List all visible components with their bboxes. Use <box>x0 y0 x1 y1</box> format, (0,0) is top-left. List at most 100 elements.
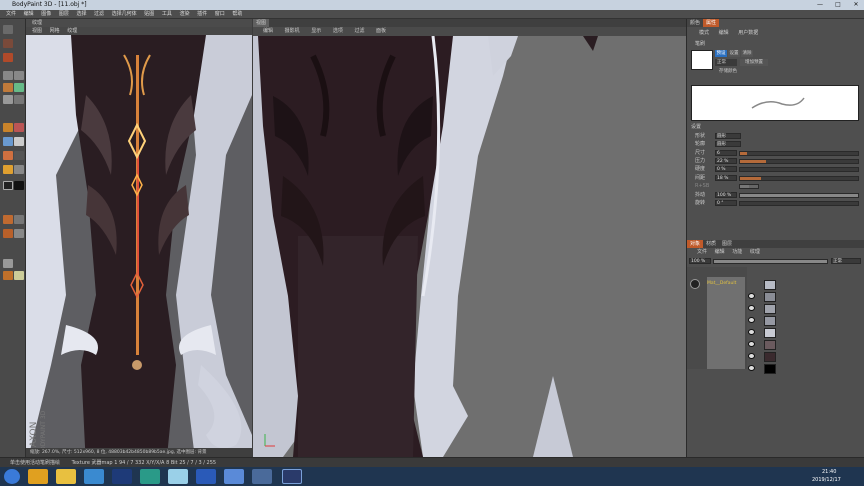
lasso-icon[interactable] <box>14 71 24 80</box>
viewport-menu-filter[interactable]: 过滤 <box>354 28 364 34</box>
pencil-icon[interactable] <box>14 83 24 92</box>
minimize-button[interactable]: — <box>812 0 828 9</box>
app2-icon[interactable] <box>140 469 160 484</box>
viewport-menu-camera[interactable]: 摄影机 <box>285 28 300 34</box>
menu-window[interactable]: 窗口 <box>215 10 225 19</box>
viewport-canvas[interactable] <box>253 36 686 457</box>
attr-menu-mode[interactable]: 模式 <box>699 30 709 36</box>
dodge-icon[interactable] <box>3 151 13 160</box>
background-color-swatch[interactable] <box>14 181 24 190</box>
viewport-menu-edit[interactable]: 编辑 <box>263 28 273 34</box>
tab-color[interactable]: 颜色 <box>687 19 704 27</box>
menu-image[interactable]: 图像 <box>41 10 51 19</box>
menu-tools[interactable]: 工具 <box>162 10 172 19</box>
layers-menu-edit[interactable]: 编辑 <box>715 249 725 255</box>
jitter-slider[interactable] <box>739 193 859 198</box>
knife-icon[interactable] <box>3 259 13 268</box>
layer-opacity-slider[interactable] <box>713 259 828 264</box>
close-button[interactable]: ✕ <box>848 0 864 9</box>
eyedropper-icon[interactable] <box>3 137 13 146</box>
clone-icon[interactable] <box>14 123 24 132</box>
attr-menu-edit[interactable]: 编辑 <box>719 30 729 36</box>
spacing-slider[interactable] <box>739 176 859 181</box>
viewport-tab[interactable]: 视图 <box>253 19 269 27</box>
move-icon[interactable] <box>3 39 13 48</box>
layer-opacity-field[interactable]: 100 % <box>689 258 711 264</box>
app3-icon[interactable] <box>168 469 188 484</box>
app4-icon[interactable] <box>224 469 244 484</box>
hardness-field[interactable]: 0 % <box>715 166 737 172</box>
rotation-field[interactable]: 0 ° <box>715 200 737 206</box>
text-icon[interactable] <box>14 137 24 146</box>
layers-menu-texture[interactable]: 纹理 <box>750 249 760 255</box>
menu-filter[interactable]: 过滤 <box>94 10 104 19</box>
menu-select-geometry[interactable]: 选择几何体 <box>112 10 137 19</box>
menu-plugins[interactable]: 插件 <box>197 10 207 19</box>
folder-icon[interactable] <box>56 469 76 484</box>
layer-mode-select[interactable]: 正常 <box>831 258 861 264</box>
menu-render[interactable]: 渲染 <box>179 10 189 19</box>
magnet-icon[interactable] <box>3 271 13 280</box>
uv-icon[interactable] <box>3 215 13 224</box>
select-icon[interactable] <box>3 71 13 80</box>
blend-mode-select[interactable]: 正常 <box>715 59 737 66</box>
shape-select[interactable]: 圆形 <box>715 133 741 139</box>
menu-layer[interactable]: 图层 <box>59 10 69 19</box>
layer-row[interactable] <box>748 339 778 350</box>
maximize-button[interactable]: □ <box>830 0 846 9</box>
menu-help[interactable]: 帮助 <box>232 10 242 19</box>
blur-icon[interactable] <box>14 165 24 174</box>
pressure-slider[interactable] <box>739 159 859 164</box>
viewport-menu-panel[interactable]: 面板 <box>376 28 386 34</box>
edge-icon[interactable] <box>3 229 13 238</box>
jitter-field[interactable]: 100 % <box>715 192 737 198</box>
layers-menu-function[interactable]: 功能 <box>732 249 742 255</box>
profile-select[interactable]: 圆形 <box>715 141 741 147</box>
menu-texture[interactable]: 贴图 <box>144 10 154 19</box>
layer-row[interactable] <box>748 303 778 314</box>
eye-icon[interactable] <box>748 305 755 311</box>
photoshop-icon[interactable] <box>112 469 132 484</box>
viewport-menu-options[interactable]: 选项 <box>333 28 343 34</box>
bodypaint-taskbar-icon[interactable] <box>282 469 302 484</box>
size-slider[interactable] <box>739 151 859 156</box>
star-icon[interactable] <box>3 165 13 174</box>
word-icon[interactable] <box>196 469 216 484</box>
chrome-icon[interactable] <box>28 469 48 484</box>
tab-attributes[interactable]: 属性 <box>703 19 720 27</box>
texture-canvas[interactable]: MAXON BODYPAINT 3D <box>26 35 252 467</box>
settings-button[interactable]: 设置 <box>728 50 740 57</box>
fill-icon[interactable] <box>3 123 13 132</box>
eye-icon[interactable] <box>748 329 755 335</box>
texture-menu-texture[interactable]: 纹理 <box>67 28 77 34</box>
texture-menu-view[interactable]: 视图 <box>32 28 42 34</box>
preset-button[interactable]: 预设 <box>715 50 727 57</box>
add-preset-button[interactable]: 增加预置 <box>740 59 768 66</box>
layer-row[interactable] <box>748 291 778 302</box>
smudge-icon[interactable] <box>14 95 24 104</box>
layer-row[interactable] <box>748 363 778 374</box>
texture-menu-mesh[interactable]: 网格 <box>50 28 60 34</box>
pressure-field[interactable]: 22 % <box>715 158 737 164</box>
rsb-slider[interactable] <box>739 184 759 189</box>
app-icon[interactable] <box>84 469 104 484</box>
viewport-menu-display[interactable]: 显示 <box>311 28 321 34</box>
material-name[interactable]: Mat__Default <box>707 281 736 286</box>
layers-menu-file[interactable]: 文件 <box>697 249 707 255</box>
menu-file[interactable]: 文件 <box>6 10 16 19</box>
layer-row[interactable] <box>748 279 778 290</box>
spacing-field[interactable]: 18 % <box>715 175 737 181</box>
menu-select[interactable]: 选择 <box>76 10 86 19</box>
foreground-color-swatch[interactable] <box>3 181 13 190</box>
layer-row[interactable] <box>748 315 778 326</box>
material-sphere-icon[interactable] <box>690 279 700 289</box>
rotation-slider[interactable] <box>739 201 859 206</box>
start-button[interactable] <box>4 469 20 484</box>
layer-row[interactable] <box>748 351 778 362</box>
tab-materials[interactable]: 材质 <box>703 240 719 248</box>
hardness-slider[interactable] <box>739 167 859 172</box>
undo-icon[interactable] <box>3 25 13 34</box>
attr-menu-userdata[interactable]: 用户数据 <box>738 30 758 36</box>
clear-button[interactable]: 清除 <box>741 50 753 57</box>
rotate-icon[interactable] <box>3 53 13 62</box>
